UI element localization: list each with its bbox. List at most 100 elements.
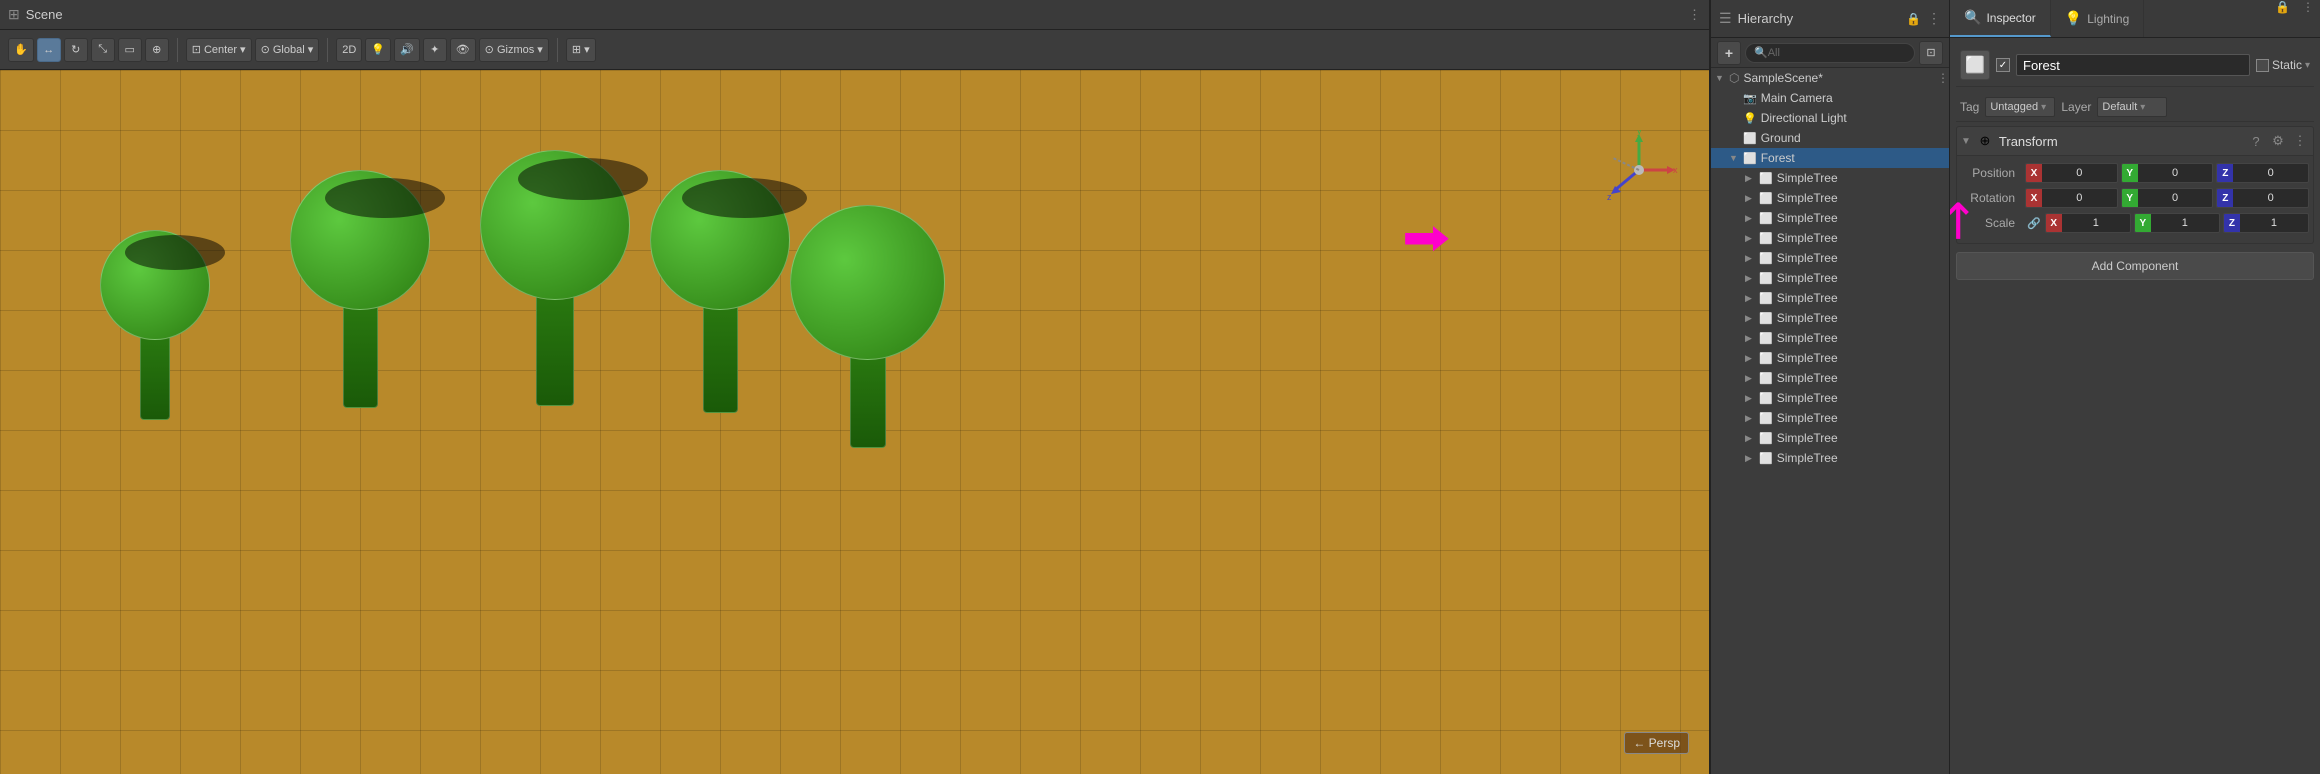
rotation-xyz-group: X 0 Y 0 Z 0 [2025, 188, 2309, 208]
hier-item-tree12[interactable]: ▶ ⬜ SimpleTree [1711, 388, 1949, 408]
scale-tool-btn[interactable]: ⤡ [91, 38, 115, 62]
hier-arrow-tree12: ▶ [1745, 393, 1755, 404]
scene-gizmo: y x z [1599, 130, 1679, 210]
hier-arrow-tree11: ▶ [1745, 373, 1755, 384]
hier-item-tree9[interactable]: ▶ ⬜ SimpleTree [1711, 328, 1949, 348]
hidden-btn[interactable]: 👁 [450, 38, 476, 62]
hier-arrow-tree15: ▶ [1745, 453, 1755, 464]
ground-icon: ⬜ [1743, 132, 1757, 145]
hier-item-tree1[interactable]: ▶ ⬜ SimpleTree [1711, 168, 1949, 188]
hand-tool-btn[interactable]: ✋ [8, 38, 34, 62]
light-btn[interactable]: 💡 [365, 38, 391, 62]
tree3-icon: ⬜ [1759, 212, 1773, 225]
rotation-z-field[interactable]: Z 0 [2216, 188, 2309, 208]
inspector-tabs: 🔍 Inspector 💡 Lighting 🔒 ⋮ [1950, 0, 2320, 38]
inspector-menu-icon[interactable]: ⋮ [2296, 0, 2320, 37]
transform-menu-btn[interactable]: ⋮ [2291, 132, 2309, 150]
layer-dropdown[interactable]: Default ▾ [2097, 97, 2167, 117]
object-header: ⬜ ✓ Static ▾ [1956, 44, 2314, 87]
hier-item-ground[interactable]: ⬜ Ground [1711, 128, 1949, 148]
position-y-field[interactable]: Y 0 [2121, 163, 2214, 183]
transform-help-btn[interactable]: ? [2247, 132, 2265, 150]
hierarchy-title: Hierarchy [1738, 11, 1900, 26]
scale-x-label: X [2046, 214, 2062, 232]
hierarchy-header: ☰ Hierarchy 🔒 ⋮ [1711, 0, 1949, 38]
move-tool-btn[interactable]: ↔ [37, 38, 61, 62]
hierarchy-add-btn[interactable]: + [1717, 41, 1741, 65]
2d-btn[interactable]: 2D [336, 38, 362, 62]
tree5-icon: ⬜ [1759, 252, 1773, 265]
scale-x-field[interactable]: X 1 [2045, 213, 2131, 233]
hier-arrow-tree13: ▶ [1745, 413, 1755, 424]
hier-item-tree14[interactable]: ▶ ⬜ SimpleTree [1711, 428, 1949, 448]
audio-btn[interactable]: 🔊 [394, 38, 420, 62]
tab-inspector[interactable]: 🔍 Inspector [1950, 0, 2051, 37]
hier-item-tree6[interactable]: ▶ ⬜ SimpleTree [1711, 268, 1949, 288]
position-z-field[interactable]: Z 0 [2216, 163, 2309, 183]
tab-lighting[interactable]: 💡 Lighting [2051, 0, 2144, 37]
hier-label-tree15: SimpleTree [1777, 451, 1838, 465]
static-dropdown-arrow[interactable]: ▾ [2305, 60, 2310, 71]
layout-btn[interactable]: ⊞ ▾ [566, 38, 596, 62]
scene-options-icon[interactable]: ⋮ [1937, 71, 1949, 85]
transform-header[interactable]: ▼ ⊕ Transform ? ⚙ ⋮ [1956, 126, 2314, 156]
object-name-input[interactable] [2016, 54, 2250, 76]
hier-item-tree7[interactable]: ▶ ⬜ SimpleTree [1711, 288, 1949, 308]
pos-x-value: 0 [2042, 167, 2117, 179]
hier-arrow-scene: ▼ [1715, 73, 1725, 83]
transform-tool-btn[interactable]: ⊕ [145, 38, 169, 62]
hierarchy-search-filter-btn[interactable]: ⊡ [1919, 41, 1943, 65]
transform-tools: ✋ ↔ ↻ ⤡ ▭ ⊕ [8, 38, 169, 62]
tree13-icon: ⬜ [1759, 412, 1773, 425]
hier-item-tree11[interactable]: ▶ ⬜ SimpleTree [1711, 368, 1949, 388]
hier-arrow-tree5: ▶ [1745, 253, 1755, 264]
hier-item-tree8[interactable]: ▶ ⬜ SimpleTree [1711, 308, 1949, 328]
gizmos-btn[interactable]: ⊙ Gizmos ▾ [479, 38, 549, 62]
hier-item-forest[interactable]: ▼ ⬜ Forest [1711, 148, 1949, 168]
hier-item-tree15[interactable]: ▶ ⬜ SimpleTree [1711, 448, 1949, 468]
scale-y-field[interactable]: Y 1 [2134, 213, 2220, 233]
inspector-lock-icon[interactable]: 🔒 [2269, 0, 2296, 37]
hierarchy-search[interactable]: 🔍 All [1745, 43, 1915, 63]
tag-dropdown[interactable]: Untagged ▾ [1985, 97, 2055, 117]
object-enabled-checkbox[interactable]: ✓ [1996, 58, 2010, 72]
rotation-y-field[interactable]: Y 0 [2121, 188, 2214, 208]
hier-item-tree5[interactable]: ▶ ⬜ SimpleTree [1711, 248, 1949, 268]
scene-viewport[interactable]: y x z ➡ ← Persp [0, 70, 1709, 774]
rotate-tool-btn[interactable]: ↻ [64, 38, 88, 62]
scene-menu-icon[interactable]: ⋮ [1688, 7, 1701, 23]
tree14-icon: ⬜ [1759, 432, 1773, 445]
hier-item-maincamera[interactable]: 📷 Main Camera [1711, 88, 1949, 108]
hierarchy-lock-icon[interactable]: 🔒 [1906, 12, 1921, 26]
tag-dropdown-arrow: ▾ [2041, 102, 2046, 113]
effect-btn[interactable]: ✦ [423, 38, 447, 62]
transform-settings-btn[interactable]: ⚙ [2269, 132, 2287, 150]
scale-z-label: Z [2224, 214, 2240, 232]
hier-label-tree12: SimpleTree [1777, 391, 1838, 405]
hier-item-tree2[interactable]: ▶ ⬜ SimpleTree [1711, 188, 1949, 208]
static-checkbox[interactable] [2256, 59, 2269, 72]
global-btn[interactable]: ⊙ Global ▾ [255, 38, 320, 62]
camera-icon: 📷 [1743, 92, 1757, 105]
inspector-body: ⬜ ✓ Static ▾ Tag Untagged ▾ Layer Defaul… [1950, 38, 2320, 774]
position-x-field[interactable]: X 0 [2025, 163, 2118, 183]
hier-item-dirlight[interactable]: 💡 Directional Light [1711, 108, 1949, 128]
position-row: Position X 0 Y 0 Z 0 [1961, 162, 2309, 184]
scale-lock-icon[interactable]: 🔗 [2027, 217, 2041, 230]
pivot-btn[interactable]: ⊡ Center ▾ [186, 38, 252, 62]
hierarchy-menu-icon[interactable]: ⋮ [1927, 10, 1941, 27]
svg-text:x: x [1673, 165, 1678, 175]
hier-item-tree3[interactable]: ▶ ⬜ SimpleTree [1711, 208, 1949, 228]
add-component-button[interactable]: Add Component [1956, 252, 2314, 280]
hier-item-samplescene[interactable]: ▼ ⬡ SampleScene* ⋮ [1711, 68, 1949, 88]
hier-item-tree13[interactable]: ▶ ⬜ SimpleTree [1711, 408, 1949, 428]
scale-z-value: 1 [2240, 217, 2308, 229]
hier-arrow-tree14: ▶ [1745, 433, 1755, 444]
scale-z-field[interactable]: Z 1 [2223, 213, 2309, 233]
hier-label-samplescene: SampleScene* [1743, 71, 1822, 85]
rotation-x-field[interactable]: X 0 [2025, 188, 2118, 208]
hier-item-tree4[interactable]: ▶ ⬜ SimpleTree [1711, 228, 1949, 248]
forest-icon: ⬜ [1743, 152, 1757, 165]
rect-tool-btn[interactable]: ▭ [118, 38, 142, 62]
hier-item-tree10[interactable]: ▶ ⬜ SimpleTree [1711, 348, 1949, 368]
